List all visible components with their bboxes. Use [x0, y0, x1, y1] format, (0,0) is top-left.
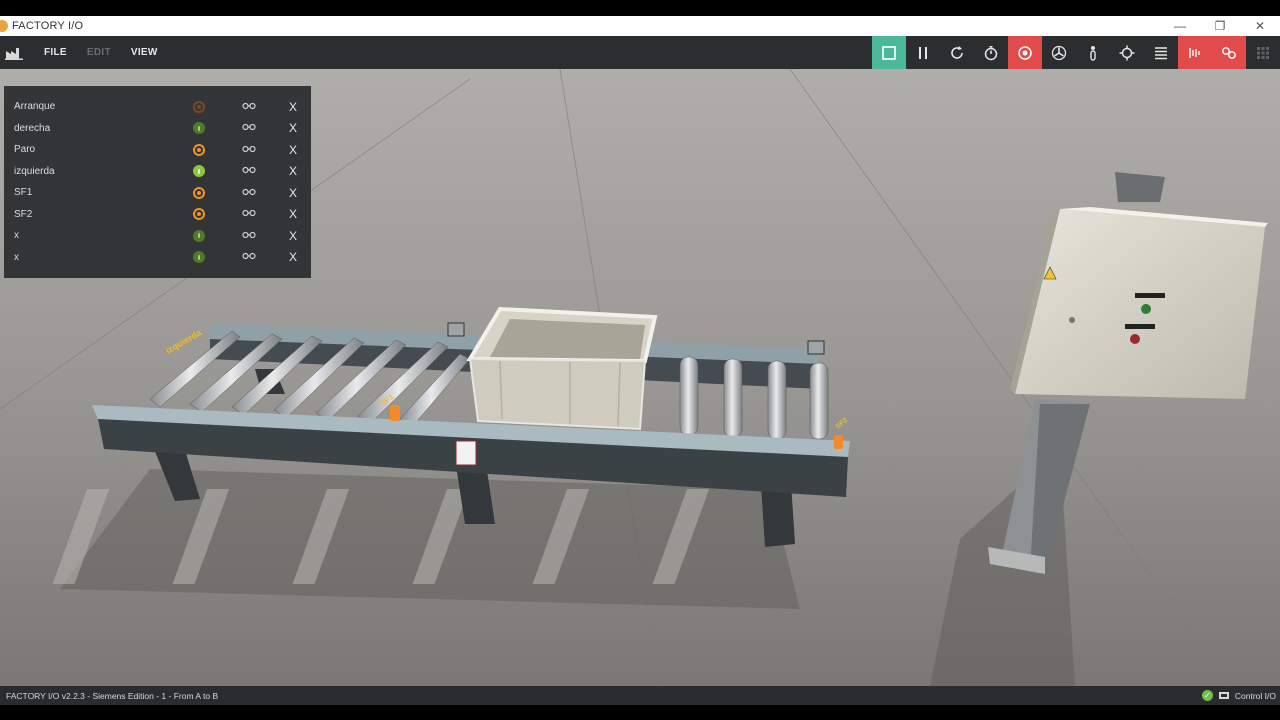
crosshair-button[interactable]: [1110, 36, 1144, 69]
fan-icon: [1051, 45, 1067, 60]
force-icon[interactable]: [242, 252, 256, 262]
sensor-button[interactable]: [1178, 36, 1212, 69]
timer-button[interactable]: [974, 36, 1008, 69]
driver-icon: [1218, 691, 1229, 699]
reset-icon: [951, 45, 963, 59]
tag-panel: Arranque Xderecha X Paro Xizquierda X SF1 X SF2 X…: [4, 86, 311, 278]
screen: FACTORY I/O — ❐ ✕ FILE EDIT VIEW izquier…: [0, 0, 1280, 720]
force-icon[interactable]: [242, 209, 256, 219]
letterbox-bottom: [0, 705, 1280, 720]
status-right: ✓ Control I/O: [1201, 690, 1276, 701]
factory-icon[interactable]: [0, 36, 28, 69]
driver-label[interactable]: Control I/O: [1235, 691, 1276, 701]
tag-state-indicator[interactable]: [193, 229, 205, 242]
tag-row[interactable]: Arranque X: [4, 96, 311, 117]
tag-name: SF1: [14, 187, 33, 198]
app-icon: [0, 20, 8, 32]
list-icon: [1155, 46, 1167, 59]
tag-row[interactable]: SF1 X: [4, 182, 311, 203]
tag-state-indicator[interactable]: [193, 122, 205, 134]
remove-tag-button[interactable]: X: [289, 186, 297, 200]
tag-name: izquierda: [14, 165, 55, 177]
remove-tag-button[interactable]: X: [289, 229, 297, 243]
tag-name: x: [14, 230, 19, 241]
remove-tag-button[interactable]: X: [289, 143, 297, 157]
tag-state-indicator[interactable]: [193, 251, 205, 263]
timer-icon: [984, 45, 998, 60]
crosshair-icon: [1119, 45, 1135, 60]
force-icon[interactable]: [242, 188, 256, 198]
stop-icon: [882, 45, 896, 60]
letterbox-top: [0, 0, 1280, 16]
status-text: FACTORY I/O v2.2.3 - Siemens Edition - 1…: [6, 690, 219, 701]
menu-file[interactable]: FILE: [34, 47, 77, 58]
remove-tag-button[interactable]: X: [289, 250, 297, 264]
toolbar: [872, 36, 1280, 69]
force-icon[interactable]: [242, 123, 256, 133]
first-person-icon: [1090, 45, 1096, 61]
link-button[interactable]: [1212, 36, 1246, 69]
remove-tag-button[interactable]: X: [289, 100, 297, 114]
force-icon[interactable]: [242, 231, 256, 241]
first-person-button[interactable]: [1076, 36, 1110, 69]
force-icon[interactable]: [242, 145, 256, 155]
tag-state-indicator[interactable]: [193, 208, 205, 220]
tag-name: derecha: [14, 122, 51, 134]
reset-button[interactable]: [940, 36, 974, 69]
pause-icon: [919, 46, 927, 59]
tag-state-indicator[interactable]: [193, 165, 205, 177]
menu-bar: FILE EDIT VIEW: [0, 36, 1280, 69]
window-controls: — ❐ ✕: [1160, 16, 1280, 36]
force-icon[interactable]: [242, 102, 256, 112]
link-icon: [1222, 46, 1236, 59]
remove-tag-button[interactable]: X: [289, 164, 297, 178]
remove-tag-button[interactable]: X: [289, 121, 297, 135]
grid-button[interactable]: [1246, 36, 1280, 69]
tag-state-indicator[interactable]: [193, 143, 205, 156]
tag-row[interactable]: xX: [4, 225, 311, 246]
check-icon: ✓: [1201, 690, 1213, 701]
tag-row[interactable]: derecha X: [4, 118, 311, 139]
camera-orbit-icon: [1018, 45, 1032, 60]
menu-edit: EDIT: [86, 47, 111, 58]
fan-button[interactable]: [1042, 36, 1076, 69]
window-titlebar: FACTORY I/O — ❐ ✕: [0, 16, 1280, 36]
force-icon[interactable]: [242, 166, 256, 176]
tag-name: x: [14, 251, 19, 263]
tag-row[interactable]: xX: [4, 247, 311, 268]
status-bar: FACTORY I/O v2.2.3 - Siemens Edition - 1…: [0, 686, 1280, 705]
tag-state-indicator[interactable]: [193, 100, 205, 113]
minimize-button[interactable]: —: [1160, 16, 1200, 36]
tag-row[interactable]: SF2 X: [4, 204, 311, 225]
camera-orbit-button[interactable]: [1008, 36, 1042, 69]
sensor-icon: [1189, 47, 1200, 58]
grid-icon: [1257, 46, 1269, 59]
menu-view[interactable]: VIEW: [121, 47, 168, 58]
tag-name: Arranque: [14, 101, 56, 112]
close-button[interactable]: ✕: [1240, 16, 1280, 36]
tag-name: SF2: [14, 208, 33, 220]
tag-name: Paro: [14, 144, 36, 155]
tag-list-button[interactable]: [1144, 36, 1178, 69]
remove-tag-button[interactable]: X: [289, 207, 297, 221]
stop-button[interactable]: [872, 36, 906, 69]
window-title: FACTORY I/O: [12, 20, 84, 32]
restore-button[interactable]: ❐: [1200, 16, 1240, 36]
tag-row[interactable]: Paro X: [4, 139, 311, 160]
pause-button[interactable]: [906, 36, 940, 69]
tag-state-indicator[interactable]: [193, 186, 205, 199]
tag-row[interactable]: izquierda X: [4, 161, 311, 182]
